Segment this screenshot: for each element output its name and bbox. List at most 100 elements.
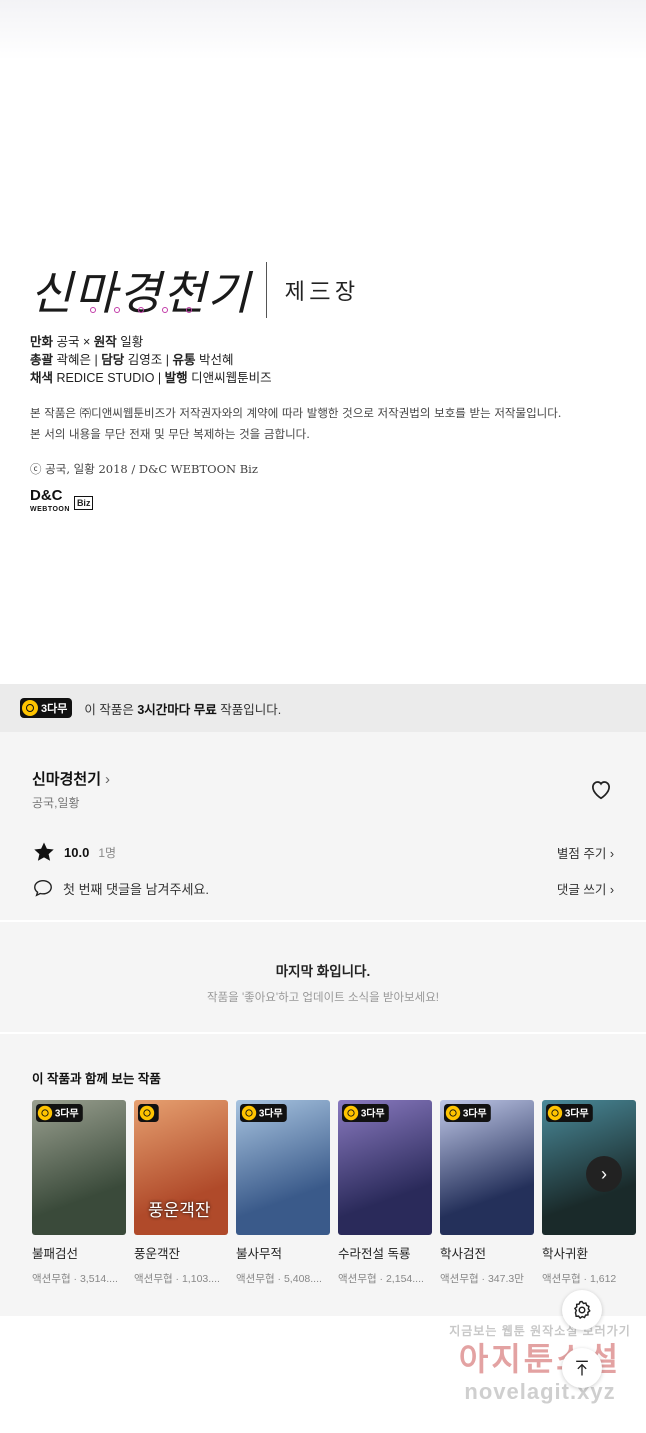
carousel-next-button[interactable]: › [586, 1156, 622, 1192]
rate-button[interactable]: 별점 주기 › [557, 843, 614, 862]
recommendation-card[interactable]: 3다무학사검전액션무협 · 347.3만 [440, 1100, 534, 1286]
staff-value: 일황 [120, 335, 144, 349]
recommendation-card[interactable]: 3다무수라전설 독룡액션무협 · 2,154.... [338, 1100, 432, 1286]
recommendations: 이 작품과 함께 보는 작품 3다무불패검선액션무협 · 3,514.... 풍운… [0, 1034, 646, 1316]
last-episode-notice: 마지막 화입니다. 작품을 '좋아요'하고 업데이트 소식을 받아보세요! [0, 922, 646, 1032]
star-icon [34, 842, 54, 861]
staff-value: 박선혜 [198, 353, 234, 367]
staff-label: 채색 [30, 371, 54, 385]
chevron-right-icon: › [601, 1163, 607, 1184]
recommendations-heading: 이 작품과 함께 보는 작품 [32, 1072, 161, 1086]
clock-icon [547, 1105, 563, 1121]
free-text: 이 작품은 [84, 702, 134, 717]
staff-line: 만화 공국 × 원작 일황 [30, 333, 620, 351]
staff-line: 총괄 곽혜은 | 담당 김영조 | 유통 박선혜 [30, 353, 234, 367]
card-meta: 액션무협 · 5,408.... [236, 1273, 322, 1285]
legal-line: 본 서의 내용을 무단 전재 및 무단 복제하는 것을 금합니다. [30, 427, 310, 441]
clock-icon [445, 1105, 461, 1121]
staff-separator: × [79, 335, 94, 349]
legal-notice: 본 작품은 ㈜디앤씨웹툰비즈가 저작권자와의 계약에 따라 발행한 것으로 저작… [30, 403, 620, 445]
top-gradient [0, 0, 646, 60]
watermark-line: 아지툰소설 [458, 1341, 622, 1377]
staff-value: 디앤씨웹툰비즈 [191, 371, 272, 385]
free-badge: 3다무 [240, 1104, 288, 1122]
arrow-up-icon [576, 1360, 588, 1376]
watermark-line: novelagit.xyz [464, 1379, 616, 1404]
staff-value: 공국 [56, 335, 80, 349]
settings-button[interactable] [562, 1290, 602, 1330]
clock-icon [139, 1105, 155, 1121]
gear-icon [573, 1300, 591, 1319]
logo-divider [265, 262, 267, 318]
credit-page: 신마경천기 제三장 만화 공국 × 원작 일황 총괄 곽혜은 | 담당 김영조 … [30, 255, 620, 517]
free-banner: 3다무 이 작품은 3시간마다 무료 작품입니다. [0, 684, 646, 732]
free-badge: 3다무 [444, 1104, 492, 1122]
card-title: 불패검선 [32, 1247, 79, 1261]
work-info: 신마경천기 › 공국,일황 10.0 1명 별점 주기 › 첫 번째 댓글을 남겨… [0, 732, 646, 920]
legal-line: 본 작품은 ㈜디앤씨웹툰비즈가 저작권자와의 계약에 따라 발행한 것으로 저작… [30, 406, 562, 420]
comment-row: 첫 번째 댓글을 남겨주세요. 댓글 쓰기 › [32, 877, 614, 899]
staff-credits: 만화 공국 × 원작 일황 총괄 곽혜은 | 담당 김영조 | 유통 박선혜 채… [30, 333, 620, 387]
card-title: 풍운객잔 [134, 1247, 181, 1261]
series-logo: 신마경천기 제三장 [30, 255, 620, 325]
staff-value: REDICE STUDIO [56, 371, 155, 385]
work-title-link[interactable]: 신마경천기 › [32, 768, 110, 789]
clock-icon [22, 700, 38, 716]
card-meta: 액션무협 · 2,154.... [338, 1273, 424, 1285]
cover-image: 3다무 [32, 1100, 126, 1235]
logo-dots [90, 307, 192, 313]
card-title: 수라전설 독룡 [338, 1247, 411, 1261]
comment-prompt[interactable]: 첫 번째 댓글을 남겨주세요. [63, 879, 209, 898]
recommendation-card[interactable]: 3다무불사무적액션무협 · 5,408.... [236, 1100, 330, 1286]
staff-label: 원작 [93, 335, 117, 349]
free-text: 작품입니다. [220, 702, 282, 717]
free-badge: 3다무 [20, 698, 73, 718]
staff-label: 유통 [172, 353, 196, 367]
clock-icon [241, 1105, 257, 1121]
card-title: 학사귀환 [542, 1247, 589, 1261]
publisher-logo-biz: Biz [73, 496, 94, 510]
clock-icon [343, 1105, 359, 1121]
chevron-right-icon: › [105, 771, 111, 788]
free-badge: 3다무 [36, 1104, 84, 1122]
staff-line: 채색 REDICE STUDIO | 발행 디앤씨웹툰비즈 [30, 371, 272, 385]
watermark-line: 지금보는 웹툰 원작소설 보러가기 [449, 1324, 631, 1338]
cover-image: 3다무 [236, 1100, 330, 1235]
staff-label: 만화 [30, 335, 54, 349]
staff-value: 김영조 [127, 353, 163, 367]
card-meta: 액션무협 · 3,514.... [32, 1273, 118, 1285]
free-badge: 3다무 [546, 1104, 594, 1122]
staff-label: 총괄 [30, 353, 54, 367]
free-text-bold: 3시간마다 무료 [137, 702, 217, 717]
cover-image: 3다무 [338, 1100, 432, 1235]
logo-subtitle: 제三장 [284, 280, 360, 305]
cover-title: 풍운객잔 [148, 1201, 211, 1221]
copyright: ⓒ 공국, 일황 2018 / D&C WEBTOON Biz [30, 462, 258, 476]
cover-image: 풍운객잔 [134, 1100, 228, 1235]
recommendation-card[interactable]: 풍운객잔 풍운객잔 액션무협 · 1,103.... [134, 1100, 228, 1286]
last-episode-subtitle: 작품을 '좋아요'하고 업데이트 소식을 받아보세요! [207, 992, 439, 1004]
recommendation-card[interactable]: 3다무학사귀환액션무협 · 1,612 [542, 1100, 636, 1286]
free-badge: 3다무 [342, 1104, 390, 1122]
publisher-logo: D&C WEBTOON Biz [30, 488, 620, 517]
free-badge [138, 1104, 159, 1122]
last-episode-title: 마지막 화입니다. [275, 964, 371, 979]
staff-value: 곽혜은 [56, 353, 92, 367]
card-meta: 액션무협 · 1,103.... [134, 1273, 220, 1285]
recommendation-list: 3다무 불패검선 액션무협 · 3,514.... 풍운객잔 풍운객잔 액션무협 · 1,… [32, 1100, 636, 1286]
staff-label: 담당 [101, 353, 125, 367]
write-comment-button[interactable]: 댓글 쓰기 › [557, 879, 614, 898]
heart-icon[interactable] [588, 776, 614, 802]
work-authors: 공국,일황 [32, 796, 80, 810]
cover-image: 3다무 [440, 1100, 534, 1235]
comment-icon [34, 879, 52, 897]
recommendation-card[interactable]: 3다무불패검선액션무협 · 3,514.... [32, 1100, 126, 1286]
work-title: 신마경천기 [32, 771, 102, 788]
card-title: 불사무적 [236, 1247, 283, 1261]
card-meta: 액션무협 · 1,612 [542, 1273, 617, 1285]
staff-label: 발행 [164, 371, 188, 385]
card-meta: 액션무협 · 347.3만 [440, 1273, 524, 1285]
card-title: 학사검전 [440, 1247, 487, 1261]
scroll-top-button[interactable] [562, 1348, 602, 1388]
clock-icon [37, 1105, 53, 1121]
